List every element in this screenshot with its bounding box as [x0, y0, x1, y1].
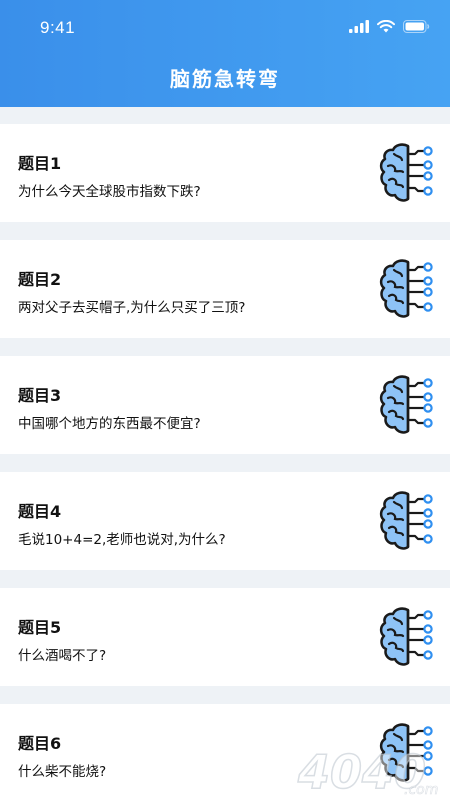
question-card-4[interactable]: 题目4 毛说10+4=2,老师也说对,为什么? — [0, 472, 450, 570]
question-text: 什么酒喝不了? — [18, 648, 107, 664]
question-text: 什么柴不能烧? — [18, 764, 107, 780]
battery-icon — [403, 20, 430, 33]
brain-icon — [378, 258, 436, 320]
question-card-5[interactable]: 题目5 什么酒喝不了? — [0, 588, 450, 686]
question-title: 题目5 — [18, 618, 62, 637]
brain-icon — [378, 606, 436, 668]
page-title: 脑筋急转弯 — [170, 67, 280, 91]
question-title: 题目2 — [18, 270, 62, 289]
question-text: 为什么今天全球股市指数下跌? — [18, 184, 201, 200]
brain-icon — [378, 142, 436, 204]
status-icons — [349, 20, 430, 33]
question-text: 两对父子去买帽子,为什么只买了三顶? — [18, 300, 246, 316]
question-text: 中国哪个地方的东西最不便宜? — [18, 416, 201, 432]
status-time: 9:41 — [40, 18, 76, 37]
question-title: 题目1 — [18, 154, 62, 173]
signal-icon — [349, 20, 369, 33]
question-card-3[interactable]: 题目3 中国哪个地方的东西最不便宜? — [0, 356, 450, 454]
brain-icon — [378, 374, 436, 436]
question-text: 毛说10+4=2,老师也说对,为什么? — [18, 532, 226, 548]
app-header: 9:41 脑筋急转弯 — [0, 0, 450, 107]
question-title: 题目3 — [18, 386, 62, 405]
question-title: 题目6 — [18, 734, 62, 753]
wifi-icon — [377, 20, 395, 33]
question-title: 题目4 — [18, 502, 62, 521]
brain-icon — [378, 490, 436, 552]
question-card-1[interactable]: 题目1 为什么今天全球股市指数下跌? — [0, 124, 450, 222]
question-card-6[interactable]: 题目6 什么柴不能烧? — [0, 704, 450, 800]
brain-icon — [378, 722, 436, 784]
question-card-2[interactable]: 题目2 两对父子去买帽子,为什么只买了三顶? — [0, 240, 450, 338]
